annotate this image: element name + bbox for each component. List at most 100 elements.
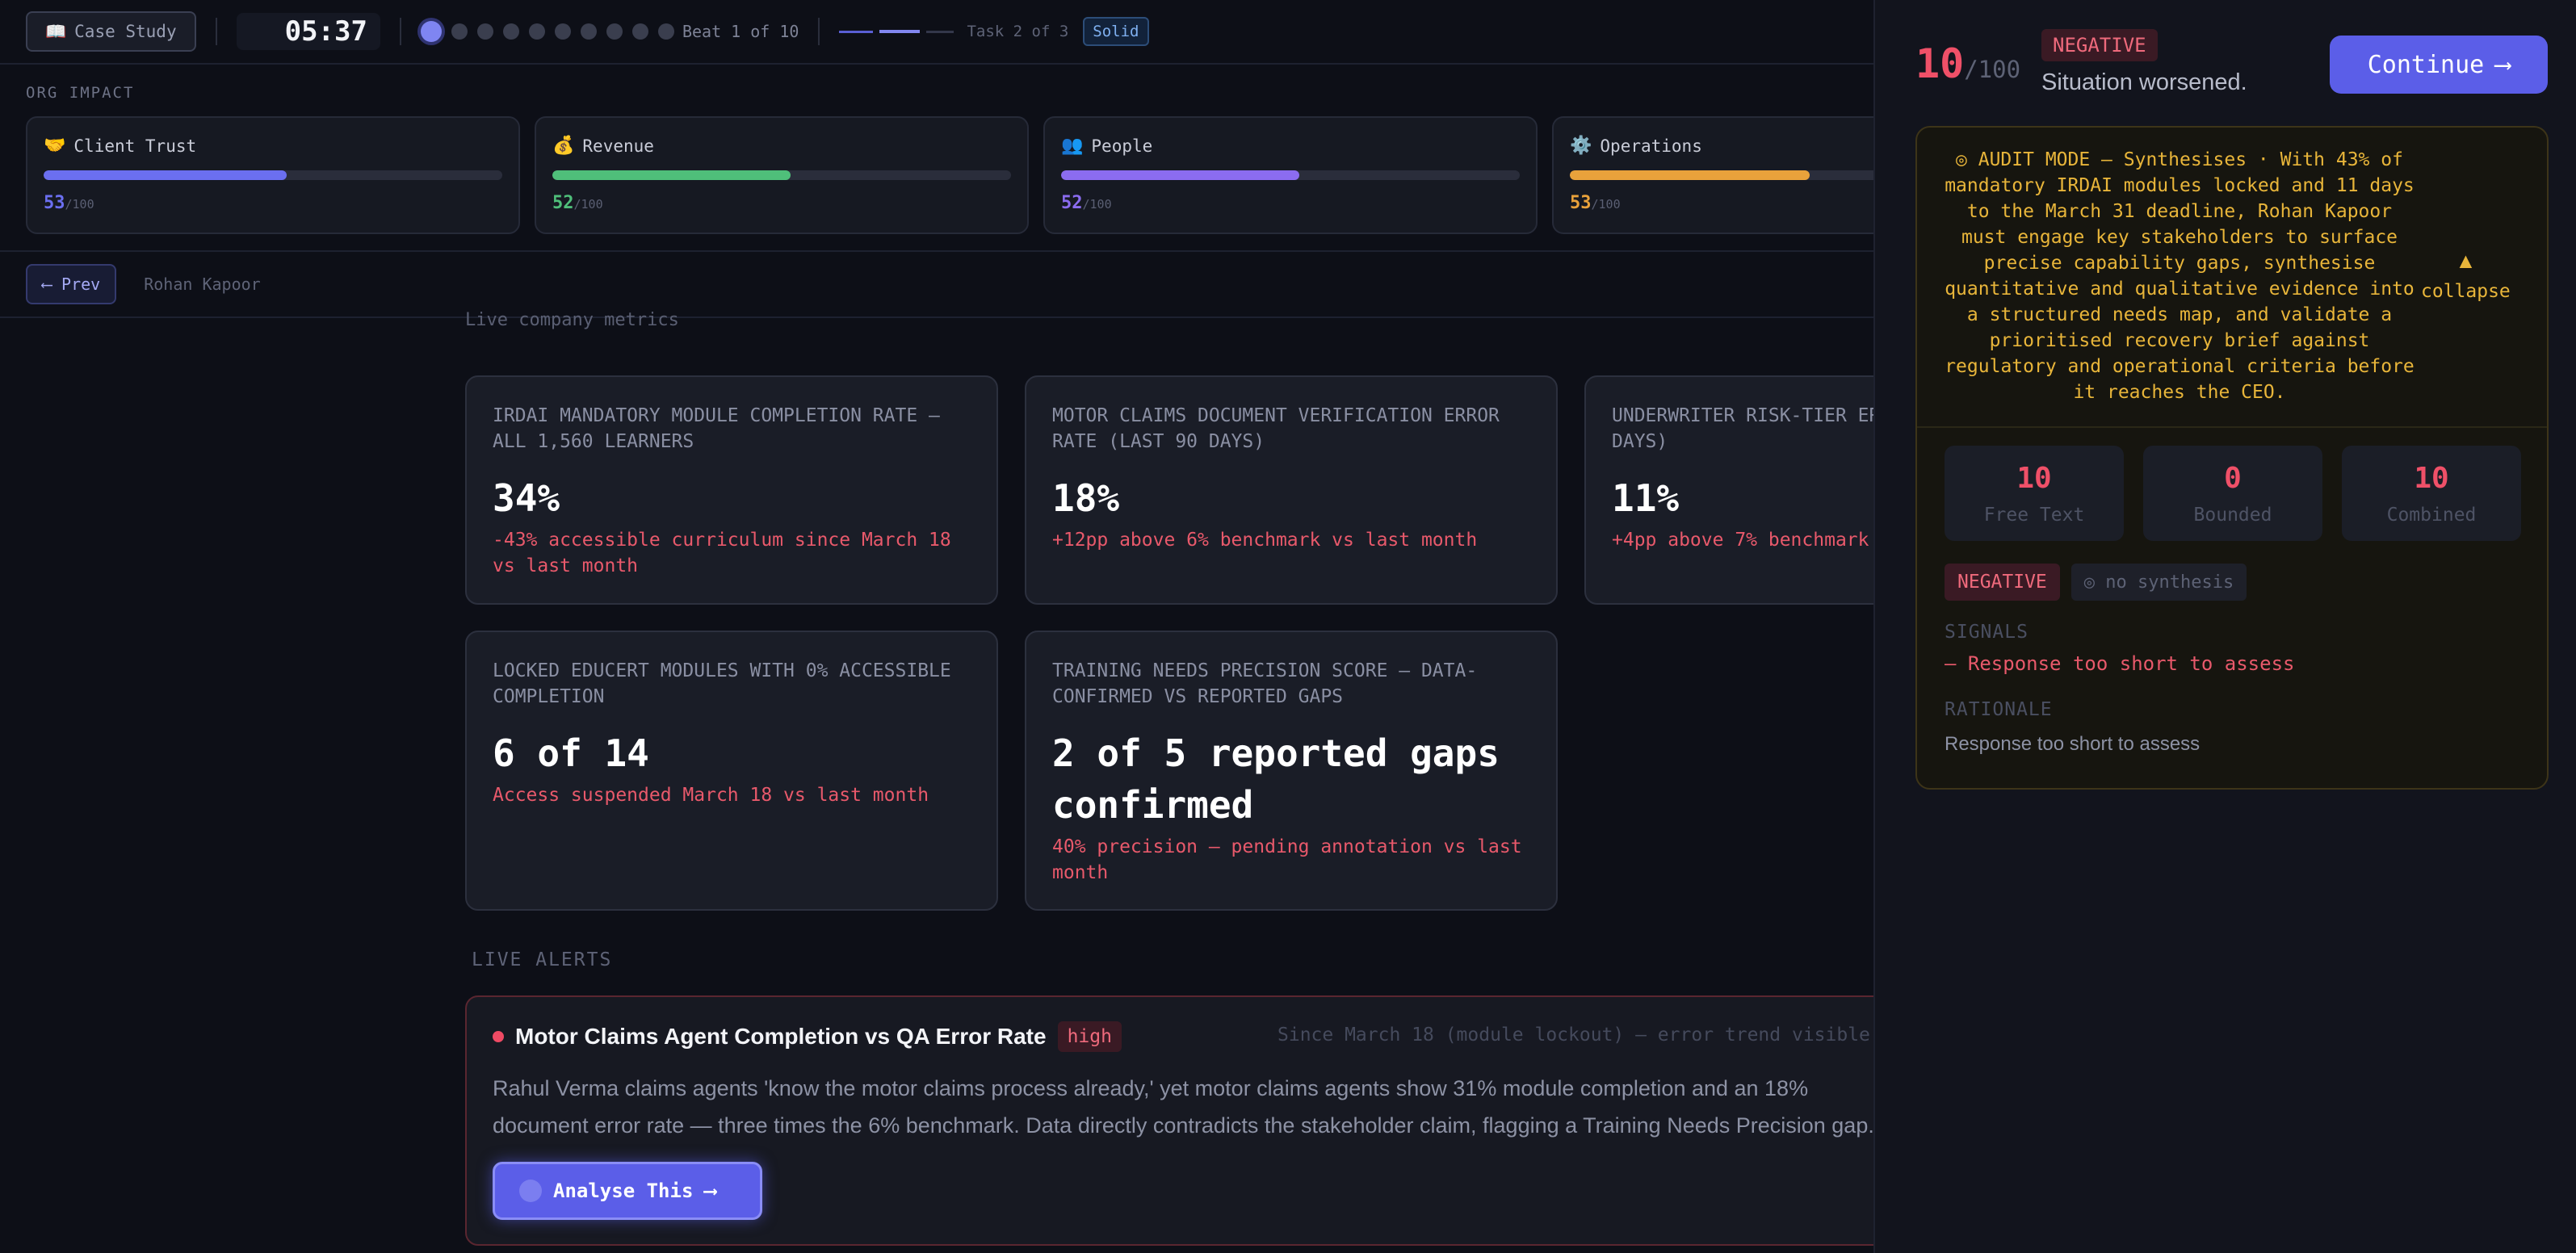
feedback-panel: 10/100 NEGATIVE Situation worsened. Cont… bbox=[1873, 0, 2576, 1253]
prev-label: Prev bbox=[61, 274, 101, 294]
arrow-left-icon: ⟵ bbox=[42, 274, 52, 294]
metric-delta: -43% accessible curriculum since March 1… bbox=[493, 530, 951, 576]
impact-bar bbox=[552, 170, 1011, 180]
status-tag: NEGATIVE bbox=[1945, 564, 2060, 601]
stakeholder-name: Rohan Kapoor bbox=[144, 274, 261, 294]
audit-mode-box: ◎ AUDIT MODE — Synthesises · With 43% of… bbox=[1915, 126, 2549, 790]
score-tile-free-text: 10 Free Text bbox=[1945, 446, 2124, 541]
live-metrics-label: Live company metrics bbox=[465, 310, 679, 330]
beat-dot-10 bbox=[657, 23, 674, 40]
impact-score: 52/100 bbox=[552, 193, 603, 213]
impact-label: Client Trust bbox=[73, 136, 197, 156]
alert-card: Motor Claims Agent Completion vs QA Erro… bbox=[465, 995, 1919, 1246]
alert-severity-dot bbox=[493, 1031, 504, 1042]
outcome-summary: Situation worsened. bbox=[2041, 69, 2247, 95]
task-step-1 bbox=[839, 30, 874, 33]
case-study-button[interactable]: 📖 Case Study bbox=[26, 11, 196, 52]
impact-label: Revenue bbox=[582, 136, 654, 156]
book-icon: 📖 bbox=[45, 21, 67, 41]
impact-bar bbox=[44, 170, 502, 180]
spinner-icon bbox=[519, 1180, 542, 1202]
divider bbox=[399, 18, 401, 45]
beat-dot-8 bbox=[606, 23, 623, 40]
impact-card-people: 👥 People 52/100 bbox=[1043, 116, 1538, 234]
score-value: 0 bbox=[2224, 461, 2242, 495]
case-study-label: Case Study bbox=[74, 22, 177, 41]
gear-icon: ⚙️ bbox=[1570, 136, 1592, 156]
metric-card: LOCKED EDUCERT MODULES WITH 0% ACCESSIBL… bbox=[465, 631, 998, 911]
score-label: Free Text bbox=[1983, 504, 2085, 526]
prev-button[interactable]: ⟵ Prev bbox=[26, 264, 117, 304]
audit-text: ◎ AUDIT MODE — Synthesises · With 43% of… bbox=[1945, 149, 2414, 403]
triangle-up-icon: ▲ bbox=[2459, 249, 2473, 273]
task-label: Task 2 of 3 bbox=[967, 23, 1069, 40]
overall-score: 10/100 bbox=[1915, 40, 2021, 87]
metric-delta: Access suspended March 18 vs last month bbox=[493, 785, 929, 806]
beat-label: Beat 1 of 10 bbox=[682, 22, 799, 41]
synthesis-tag: ◎ no synthesis bbox=[2070, 564, 2247, 601]
task-step-2 bbox=[879, 30, 921, 33]
impact-label: People bbox=[1091, 136, 1153, 156]
task-step-3 bbox=[926, 30, 954, 33]
beat-dot-7 bbox=[580, 23, 597, 40]
score-tile-combined: 10 Combined bbox=[2342, 446, 2521, 541]
analyse-button[interactable]: Analyse This ⟶ bbox=[493, 1162, 762, 1220]
alert-since: Since March 18 (module lockout) — error … bbox=[1278, 1025, 1870, 1046]
divider bbox=[818, 18, 820, 45]
metric-title: LOCKED EDUCERT MODULES WITH 0% ACCESSIBL… bbox=[493, 660, 951, 707]
impact-bar-fill bbox=[1061, 170, 1300, 180]
metric-delta: +12pp above 6% benchmark vs last month bbox=[1052, 530, 1478, 551]
task-progress bbox=[839, 30, 954, 33]
metric-value: 2 of 5 reported gaps confirmed bbox=[1052, 731, 1500, 827]
score-value: 10 bbox=[2016, 461, 2052, 495]
continue-button[interactable]: Continue ⟶ bbox=[2330, 36, 2548, 94]
signals-label: SIGNALS bbox=[1945, 622, 2028, 643]
live-alerts-label: LIVE ALERTS bbox=[472, 949, 613, 970]
metric-value: 34% bbox=[493, 476, 560, 520]
analyse-label: Analyse This bbox=[553, 1180, 694, 1202]
alert-title: Motor Claims Agent Completion vs QA Erro… bbox=[515, 1024, 1047, 1049]
impact-label: Operations bbox=[1600, 136, 1702, 156]
rationale-label: RATIONALE bbox=[1945, 699, 2053, 720]
countdown-timer: 05:37 bbox=[236, 13, 380, 50]
divider bbox=[1917, 426, 2547, 428]
alert-body: Rahul Verma claims agents 'know the moto… bbox=[493, 1076, 1874, 1138]
tag-row: NEGATIVE ◎ no synthesis bbox=[1945, 564, 2247, 601]
score-label: Combined bbox=[2386, 504, 2477, 526]
arrow-right-icon: ⟶ bbox=[2495, 50, 2511, 79]
severity-badge: high bbox=[1057, 1021, 1122, 1052]
level-badge: Solid bbox=[1083, 17, 1149, 46]
metric-card: MOTOR CLAIMS DOCUMENT VERIFICATION ERROR… bbox=[1025, 375, 1558, 605]
metric-title: IRDAI MANDATORY MODULE COMPLETION RATE —… bbox=[493, 405, 940, 452]
impact-bar-fill bbox=[1570, 170, 1810, 180]
impact-card-revenue: 💰 Revenue 52/100 bbox=[535, 116, 1029, 234]
money-bag-icon: 💰 bbox=[552, 136, 575, 156]
beat-progress bbox=[420, 21, 674, 42]
handshake-icon: 🤝 bbox=[44, 136, 66, 156]
impact-score: 53/100 bbox=[44, 193, 94, 213]
beat-dot-5 bbox=[528, 23, 545, 40]
score-value: 10 bbox=[2414, 461, 2449, 495]
impact-card-client-trust: 🤝 Client Trust 53/100 bbox=[26, 116, 520, 234]
metric-card: IRDAI MANDATORY MODULE COMPLETION RATE —… bbox=[465, 375, 998, 605]
navigation-bar: ⟵ Prev Rohan Kapoor bbox=[0, 250, 1873, 318]
score-label: Bounded bbox=[2193, 504, 2272, 526]
collapse-toggle[interactable]: ▲ collapse bbox=[2421, 249, 2511, 302]
metric-title: TRAINING NEEDS PRECISION SCORE — DATA-CO… bbox=[1052, 660, 1478, 707]
continue-label: Continue bbox=[2367, 50, 2485, 79]
metric-delta: 40% precision — pending annotation vs la… bbox=[1052, 836, 1522, 883]
beat-dot-1 bbox=[420, 21, 442, 42]
score-tile-bounded: 0 Bounded bbox=[2143, 446, 2322, 541]
org-impact-label: ORG IMPACT bbox=[26, 84, 135, 102]
people-icon: 👥 bbox=[1061, 136, 1084, 156]
beat-dot-2 bbox=[451, 23, 468, 40]
beat-dot-3 bbox=[476, 23, 493, 40]
beat-dot-4 bbox=[502, 23, 519, 40]
impact-bar-fill bbox=[44, 170, 287, 180]
impact-bar-fill bbox=[552, 170, 791, 180]
collapse-label: collapse bbox=[2421, 281, 2511, 302]
signal-item: – Response too short to assess bbox=[1945, 652, 2295, 675]
metric-value: 6 of 14 bbox=[493, 731, 649, 775]
impact-bar bbox=[1061, 170, 1520, 180]
arrow-right-icon: ⟶ bbox=[704, 1180, 716, 1202]
